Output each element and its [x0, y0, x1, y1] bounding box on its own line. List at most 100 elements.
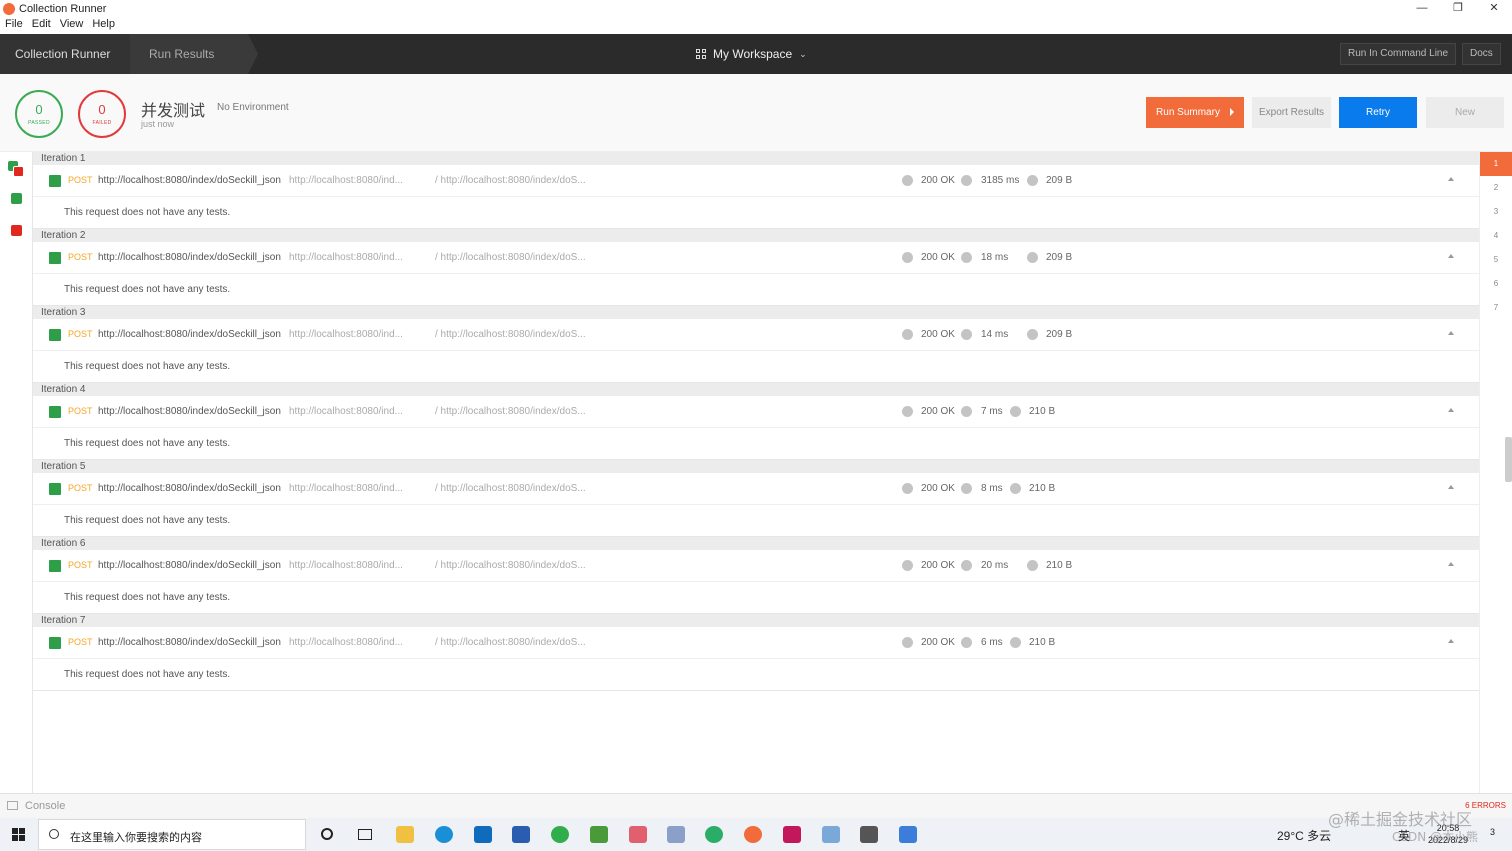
- request-row[interactable]: POST http://localhost:8080/index/doSeckil…: [33, 473, 1479, 505]
- chart-app-icon[interactable]: [590, 826, 608, 843]
- console-icon[interactable]: [7, 801, 18, 810]
- filter-passed-icon[interactable]: [11, 193, 22, 204]
- request-row[interactable]: POST http://localhost:8080/index/doSeckil…: [33, 396, 1479, 428]
- test-result-note: This request does not have any tests.: [33, 274, 1479, 306]
- request-path: / http://localhost:8080/index/doS...: [435, 637, 586, 648]
- iteration-header: Iteration 2: [33, 229, 1479, 242]
- console-label[interactable]: Console: [25, 800, 65, 812]
- filter-all-icon[interactable]: [8, 161, 24, 177]
- iteration-nav-item[interactable]: 4: [1480, 224, 1512, 248]
- file-explorer-icon[interactable]: [396, 826, 414, 843]
- window-app-icon[interactable]: [860, 826, 878, 843]
- response-size: 209 B: [1046, 175, 1073, 186]
- request-method: POST: [68, 483, 93, 493]
- request-url-short: http://localhost:8080/ind...: [289, 252, 403, 263]
- iteration-nav-item[interactable]: 7: [1480, 296, 1512, 320]
- request-row[interactable]: POST http://localhost:8080/index/doSeckil…: [33, 627, 1479, 659]
- collapse-caret-icon[interactable]: [1448, 254, 1454, 258]
- mail-icon[interactable]: [474, 826, 492, 843]
- response-status: 200 OK: [921, 637, 955, 648]
- iteration-nav-item[interactable]: 3: [1480, 200, 1512, 224]
- iteration-block: Iteration 1 POST http://localhost:8080/ind…: [33, 152, 1479, 229]
- request-row[interactable]: POST http://localhost:8080/index/doSeckil…: [33, 165, 1479, 197]
- request-path: / http://localhost:8080/index/doS...: [435, 560, 586, 571]
- run-time: just now: [141, 119, 175, 129]
- environment-name: No Environment: [217, 102, 289, 113]
- pass-status-icon: [49, 560, 61, 572]
- iteration-list: Iteration 1 POST http://localhost:8080/ind…: [33, 152, 1479, 793]
- failed-count: 0: [98, 102, 106, 117]
- postman-icon[interactable]: [744, 826, 762, 843]
- notes-icon[interactable]: [667, 826, 685, 843]
- notification-count[interactable]: 3: [1490, 827, 1495, 837]
- cortana-icon[interactable]: [321, 828, 333, 840]
- close-button[interactable]: ✕: [1476, 0, 1512, 18]
- collapse-caret-icon[interactable]: [1448, 562, 1454, 566]
- time-dot-icon: [961, 175, 972, 186]
- collapse-caret-icon[interactable]: [1448, 485, 1454, 489]
- pass-status-icon: [49, 252, 61, 264]
- size-dot-icon: [1010, 637, 1021, 648]
- menu-help[interactable]: Help: [92, 18, 115, 34]
- weather-text[interactable]: 29°C 多云: [1277, 827, 1331, 844]
- restore-button[interactable]: ❐: [1440, 0, 1476, 18]
- menu-view[interactable]: View: [60, 18, 84, 34]
- menu-file[interactable]: File: [5, 18, 23, 34]
- collapse-caret-icon[interactable]: [1448, 177, 1454, 181]
- request-row[interactable]: POST http://localhost:8080/index/doSeckil…: [33, 319, 1479, 351]
- request-row[interactable]: POST http://localhost:8080/index/doSeckil…: [33, 242, 1479, 274]
- wechat-icon[interactable]: [705, 826, 723, 843]
- response-status: 200 OK: [921, 406, 955, 417]
- retry-button[interactable]: Retry: [1339, 97, 1417, 128]
- new-button[interactable]: New: [1426, 97, 1504, 128]
- terminal-icon[interactable]: [822, 826, 840, 843]
- breadcrumb-collection-runner[interactable]: Collection Runner: [0, 34, 140, 74]
- run-summary-label: Run Summary: [1156, 107, 1220, 118]
- run-summary-button[interactable]: Run Summary: [1146, 97, 1244, 128]
- test-result-note: This request does not have any tests.: [33, 505, 1479, 537]
- workspace-switcher[interactable]: My Workspace ⌄: [696, 34, 807, 74]
- scrollbar-thumb[interactable]: [1505, 437, 1512, 482]
- edge-icon[interactable]: [435, 826, 453, 843]
- passed-count: 0: [35, 102, 43, 117]
- time-dot-icon: [961, 560, 972, 571]
- response-time: 14 ms: [981, 329, 1009, 340]
- iteration-nav-item[interactable]: 5: [1480, 248, 1512, 272]
- iteration-nav-item[interactable]: 6: [1480, 272, 1512, 296]
- taskbar-search-input[interactable]: 在这里输入你要搜索的内容: [38, 819, 306, 850]
- store-icon[interactable]: [512, 826, 530, 843]
- request-url: http://localhost:8080/index/doSeckill_js…: [98, 252, 281, 263]
- request-row[interactable]: POST http://localhost:8080/index/doSeckil…: [33, 550, 1479, 582]
- windows-taskbar: 在这里输入你要搜索的内容 29°C 多云 英 20:58 2022/8/29 3: [0, 818, 1512, 851]
- collapse-caret-icon[interactable]: [1448, 331, 1454, 335]
- search-icon: [49, 829, 59, 839]
- export-results-button[interactable]: Export Results: [1252, 97, 1331, 128]
- chevron-down-icon: ⌄: [799, 49, 807, 59]
- iteration-nav-item[interactable]: 1: [1480, 152, 1512, 176]
- run-in-command-line-button[interactable]: Run In Command Line: [1340, 43, 1457, 65]
- browser-icon[interactable]: [551, 826, 569, 843]
- filter-failed-icon[interactable]: [11, 225, 22, 236]
- collapse-caret-icon[interactable]: [1448, 639, 1454, 643]
- iteration-header: Iteration 4: [33, 383, 1479, 396]
- response-time: 8 ms: [981, 483, 1003, 494]
- task-view-icon[interactable]: [358, 829, 372, 840]
- remote-app-icon[interactable]: [899, 826, 917, 843]
- watermark-csdn: CSDN @本小熊: [1392, 830, 1479, 844]
- console-bar: Console 6 ERRORS: [0, 793, 1512, 818]
- intellij-icon[interactable]: [783, 826, 801, 843]
- windows-start-icon[interactable]: [12, 828, 25, 841]
- collapse-caret-icon[interactable]: [1448, 408, 1454, 412]
- minimize-button[interactable]: —: [1404, 0, 1440, 18]
- menu-edit[interactable]: Edit: [32, 18, 51, 34]
- status-dot-icon: [902, 560, 913, 571]
- breadcrumb-run-results[interactable]: Run Results: [130, 34, 258, 74]
- paint-icon[interactable]: [629, 826, 647, 843]
- iteration-nav-item[interactable]: 2: [1480, 176, 1512, 200]
- docs-button[interactable]: Docs: [1462, 43, 1501, 65]
- request-method: POST: [68, 329, 93, 339]
- size-dot-icon: [1027, 560, 1038, 571]
- response-size: 210 B: [1046, 560, 1073, 571]
- iteration-block: Iteration 6 POST http://localhost:8080/ind…: [33, 537, 1479, 614]
- watermark-juejin: @稀土掘金技术社区: [1328, 810, 1473, 829]
